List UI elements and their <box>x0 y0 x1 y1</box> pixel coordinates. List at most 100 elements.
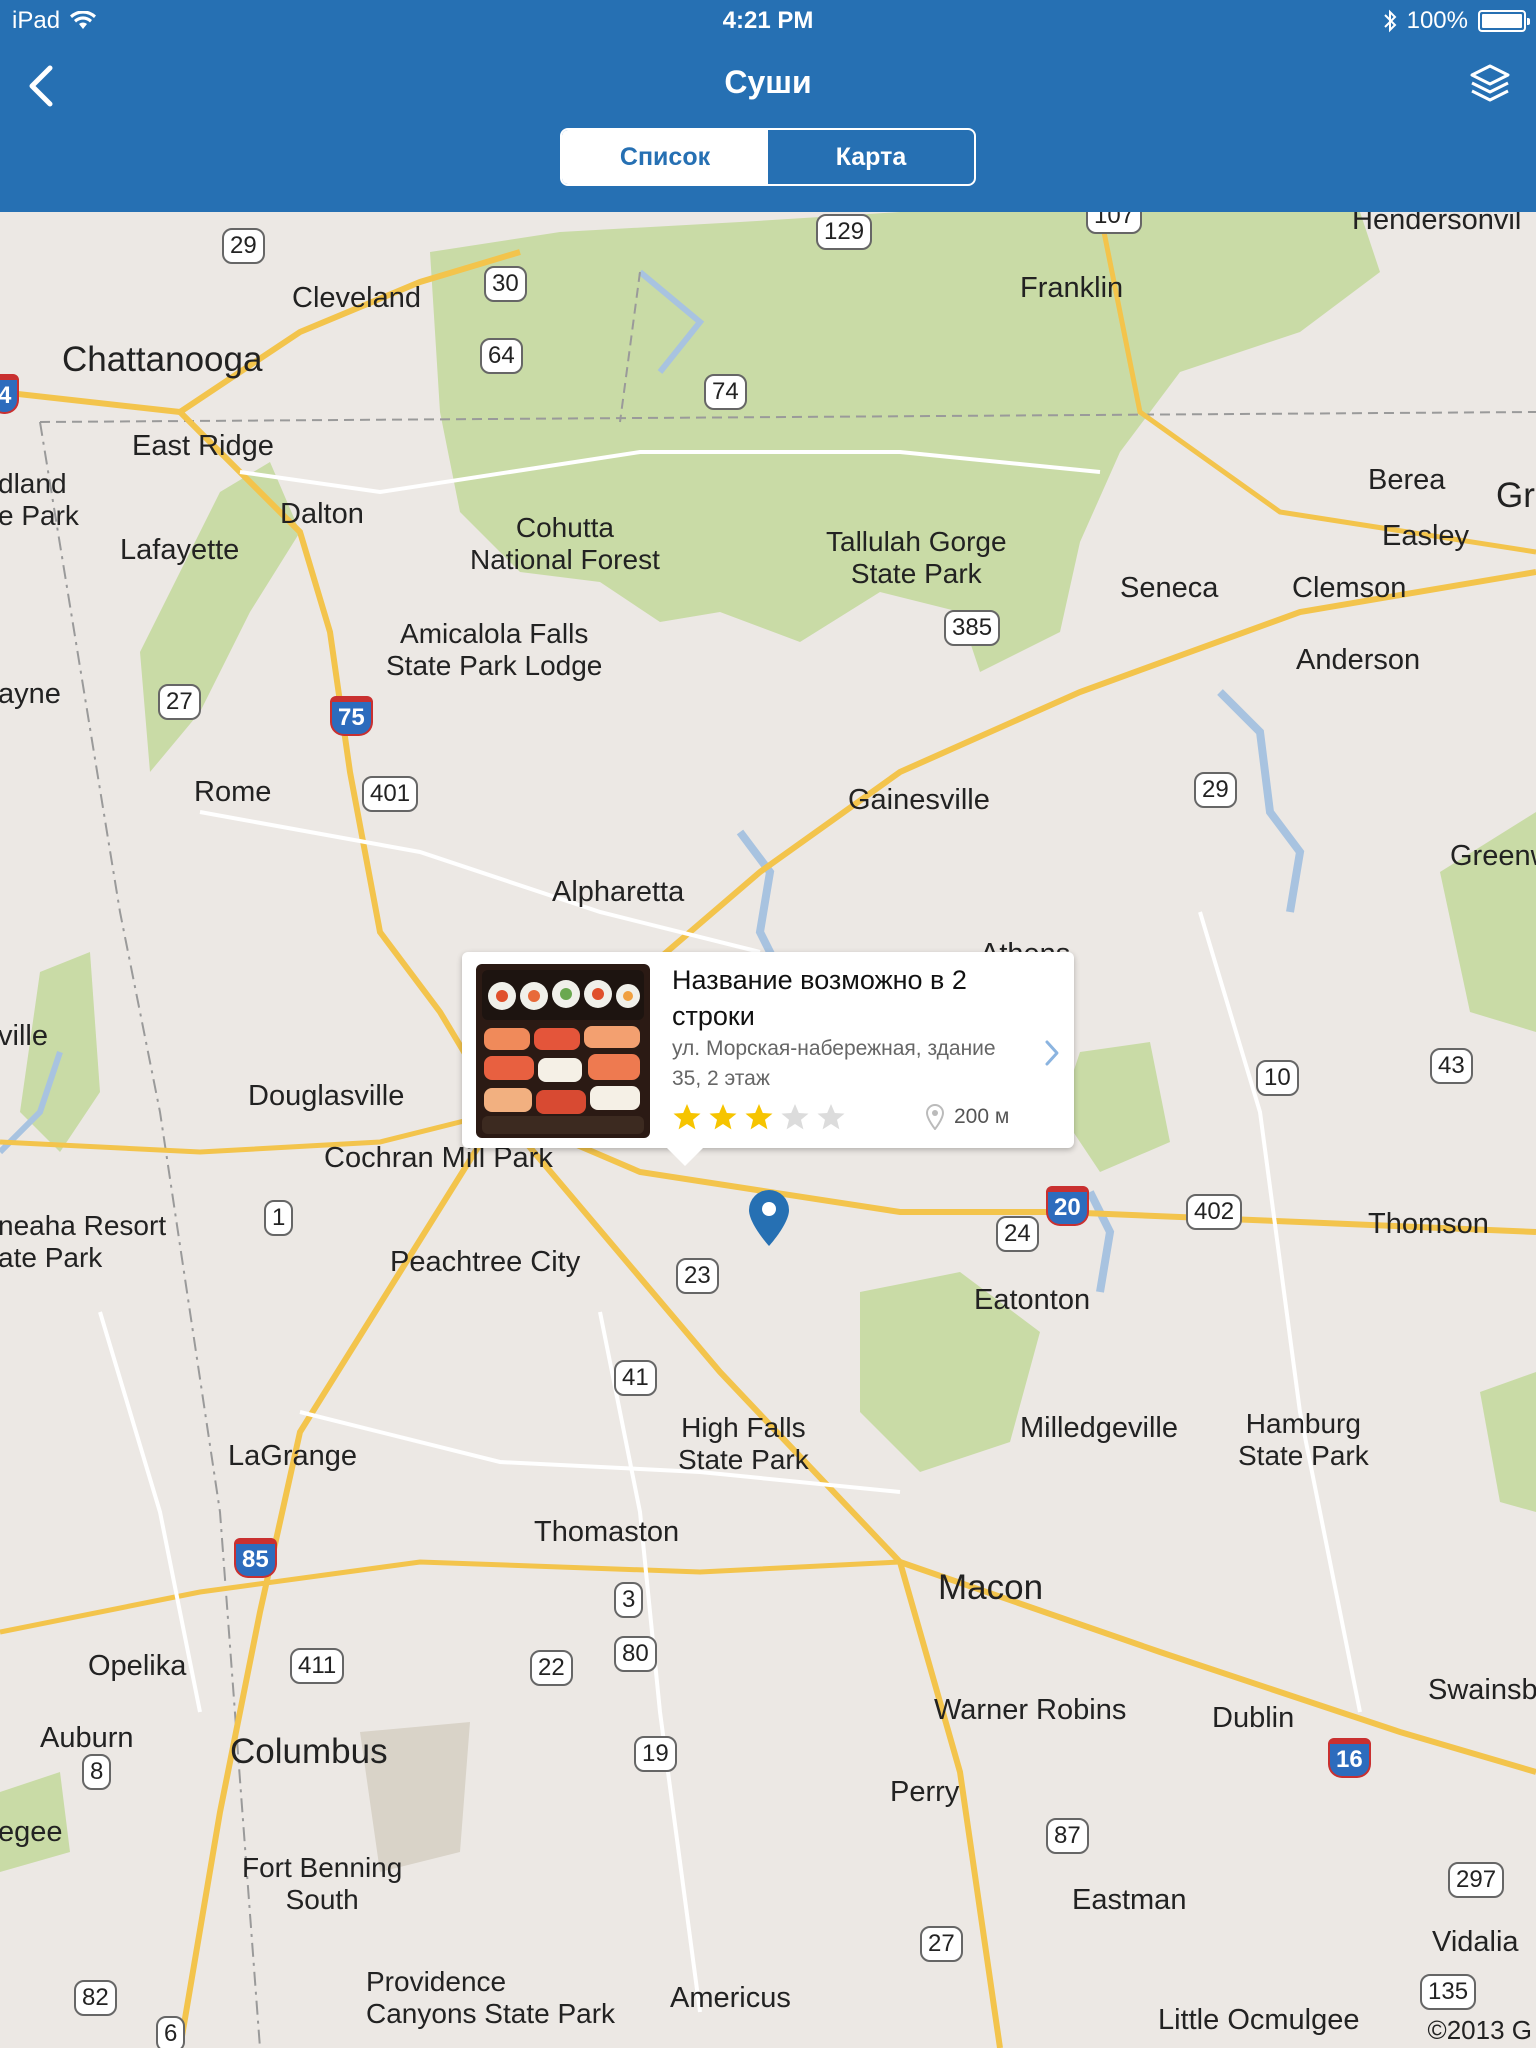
place-label: Hendersonvil <box>1352 212 1522 236</box>
route-shield: 402 <box>1186 1194 1243 1230</box>
place-label: LaGrange <box>228 1440 357 1472</box>
star-filled-icon <box>673 1104 701 1130</box>
route-shield: 10 <box>1256 1060 1299 1096</box>
chevron-right-icon[interactable] <box>1042 1038 1062 1068</box>
interstate-shield: 75 <box>330 696 373 736</box>
place-label: Chattanooga <box>62 340 263 379</box>
place-address: ул. Морская-набережная, здание 35, 2 эта… <box>672 1037 996 1090</box>
map-copyright: ©2013 G <box>1427 2015 1532 2045</box>
route-shield: 297 <box>1448 1862 1505 1898</box>
place-label: Gainesville <box>848 784 990 816</box>
interstate-shield: 85 <box>234 1538 277 1578</box>
view-switcher: Список Карта <box>560 128 976 186</box>
route-shield: 29 <box>222 228 265 264</box>
place-name: Название возможно в 2 строки <box>672 965 967 1031</box>
place-label: Greenwo <box>1450 840 1536 872</box>
route-shield: 41 <box>614 1360 657 1396</box>
tab-list[interactable]: Список <box>562 130 768 184</box>
status-bar: iPad 4:21 PM 100% <box>0 0 1536 40</box>
route-shield: 8 <box>82 1754 112 1790</box>
place-label: Easley <box>1382 520 1470 552</box>
star-empty-icon <box>817 1104 845 1130</box>
place-label: Amicalola Falls State Park Lodge <box>386 618 603 682</box>
tab-map[interactable]: Карта <box>768 130 974 184</box>
interstate-shield: 4 <box>0 374 20 414</box>
place-label: Cleveland <box>292 282 421 314</box>
route-shield: 74 <box>704 374 747 410</box>
place-label: Clemson <box>1292 572 1407 604</box>
status-time: 4:21 PM <box>722 7 814 34</box>
rating-stars <box>672 1102 846 1132</box>
place-label: East Ridge <box>132 430 274 462</box>
bluetooth-icon <box>1383 9 1397 33</box>
place-label: Douglasville <box>248 1080 405 1112</box>
place-label: Auburn <box>40 1722 134 1754</box>
place-label: Perry <box>890 1776 960 1808</box>
route-shield: 135 <box>1420 1974 1477 2010</box>
place-label: Lafayette <box>120 534 240 566</box>
place-label: Dalton <box>280 498 364 530</box>
status-right: 100% <box>1383 7 1530 35</box>
place-label: Columbus <box>230 1732 388 1771</box>
route-shield: 401 <box>362 776 419 812</box>
place-label: Hamburg State Park <box>1238 1408 1369 1472</box>
interstate-shield: 20 <box>1046 1186 1089 1226</box>
place-photo <box>476 964 650 1138</box>
place-label: Cohutta National Forest <box>470 512 660 576</box>
route-shield: 6 <box>156 2016 186 2048</box>
place-label: Vidalia <box>1432 1926 1519 1958</box>
route-shield: 107 <box>1086 212 1143 234</box>
place-label: Thomaston <box>534 1516 680 1548</box>
place-label: Little Ocmulgee <box>1158 2004 1360 2036</box>
route-shield: 129 <box>816 214 873 250</box>
page-title: Суши <box>724 64 812 100</box>
battery-icon <box>1478 10 1530 32</box>
star-filled-icon <box>709 1104 737 1130</box>
map-pin-icon[interactable] <box>746 1188 792 1248</box>
place-label: Swainsb <box>1428 1674 1536 1706</box>
place-callout[interactable]: Название возможно в 2 строки ул. Морская… <box>462 952 1074 1166</box>
route-shield: 22 <box>530 1650 573 1686</box>
route-shield: 82 <box>74 1980 117 2016</box>
location-pin-icon <box>926 1104 944 1130</box>
place-label: Peachtree City <box>390 1246 581 1278</box>
place-label: Opelika <box>88 1650 187 1682</box>
place-label: Anderson <box>1296 644 1421 676</box>
place-label: Franklin <box>1020 272 1124 304</box>
nav-bar: iPad 4:21 PM 100% Суши Список Карта <box>0 0 1536 212</box>
place-label: ville <box>0 1020 48 1052</box>
route-shield: 87 <box>1046 1818 1089 1854</box>
place-label: dland e Park <box>0 468 79 532</box>
place-label: Berea <box>1368 464 1446 496</box>
place-label: Tallulah Gorge State Park <box>826 526 1007 590</box>
distance: 200 м <box>926 1104 1009 1130</box>
distance-value: 200 м <box>954 1105 1010 1128</box>
place-label: Thomson <box>1368 1208 1489 1240</box>
place-label: Dublin <box>1212 1702 1295 1734</box>
place-label: Seneca <box>1120 572 1219 604</box>
layers-button[interactable] <box>1468 62 1512 106</box>
place-label: egee <box>0 1816 63 1848</box>
place-label: Eastman <box>1072 1884 1187 1916</box>
route-shield: 23 <box>676 1258 719 1294</box>
place-label: Warner Robins <box>934 1694 1127 1726</box>
place-label: Providence Canyons State Park <box>366 1966 616 2030</box>
route-shield: 411 <box>290 1648 345 1684</box>
route-shield: 27 <box>920 1926 963 1962</box>
place-label: Milledgeville <box>1020 1412 1178 1444</box>
place-label: Fort Benning South <box>242 1852 403 1916</box>
route-shield: 80 <box>614 1636 657 1672</box>
place-label: neaha Resort ate Park <box>0 1210 167 1274</box>
route-shield: 1 <box>264 1200 294 1236</box>
place-label: Gr <box>1496 476 1535 515</box>
route-shield: 27 <box>158 684 201 720</box>
route-shield: 64 <box>480 338 523 374</box>
battery-percent: 100% <box>1406 7 1468 34</box>
route-shield: 24 <box>996 1216 1039 1252</box>
route-shield: 29 <box>1194 772 1237 808</box>
route-shield: 30 <box>484 266 527 302</box>
place-label: ayne <box>0 678 61 710</box>
route-shield: 19 <box>634 1736 677 1772</box>
star-filled-icon <box>745 1104 773 1130</box>
star-empty-icon <box>781 1104 809 1130</box>
